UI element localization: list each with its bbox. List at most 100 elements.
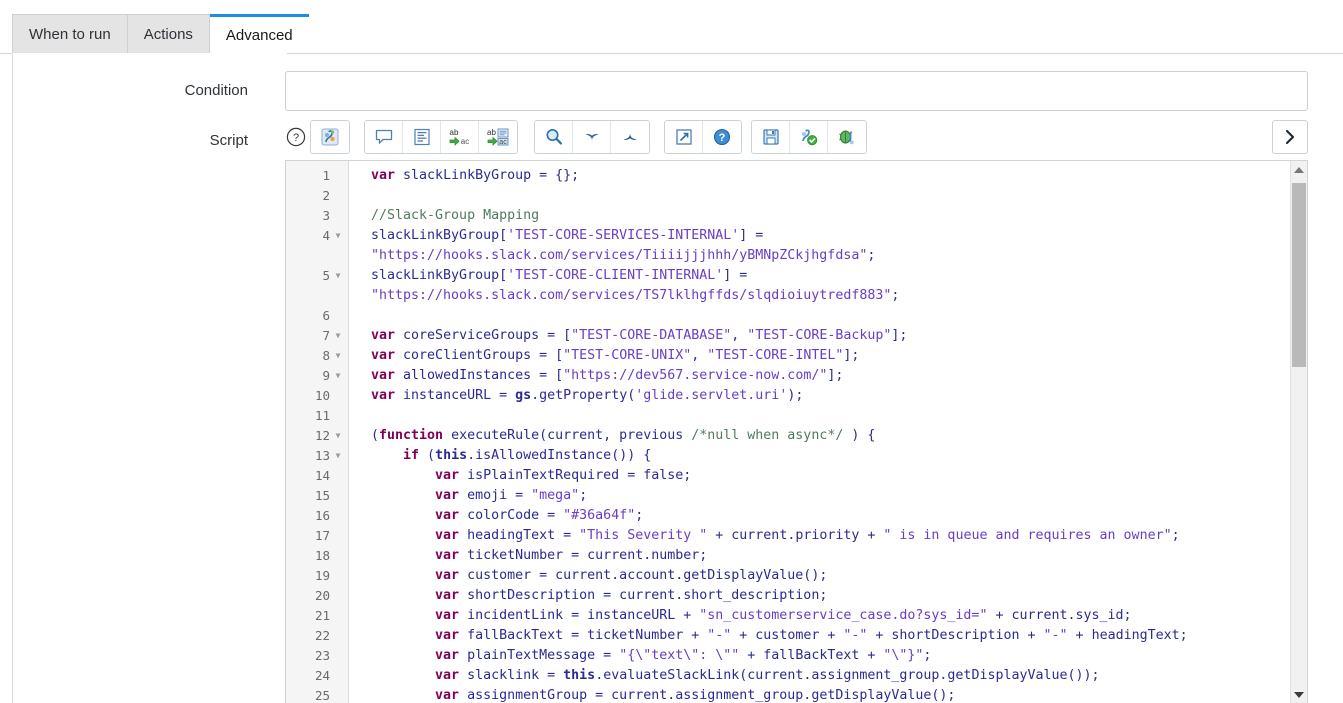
line-number: 13 ▼ xyxy=(286,446,348,466)
line-number: 15 xyxy=(314,488,330,503)
code-line: var fallBackText = ticketNumber + "-" + … xyxy=(435,628,1188,643)
line-number: 3 xyxy=(322,208,330,223)
chevron-up-icon[interactable] xyxy=(611,121,649,153)
code-line: var instanceURL = gs.getProperty('glide.… xyxy=(371,388,804,403)
code-line: var slacklink = this.evaluateSlackLink(c… xyxy=(435,668,1100,683)
syntax-editor-icon[interactable] xyxy=(311,121,349,153)
code-line: var colorCode = "#36a64f"; xyxy=(435,508,644,523)
tab-list: When to run Actions Advanced xyxy=(12,14,309,54)
line-number: 20 xyxy=(314,588,330,603)
toolbar-group-actions xyxy=(751,120,867,154)
tab-when-to-run[interactable]: When to run xyxy=(12,14,128,54)
search-icon[interactable] xyxy=(535,121,573,153)
code-line: var coreClientGroups = ["TEST-CORE-UNIX"… xyxy=(371,348,860,363)
fold-triangle-icon[interactable]: ▼ xyxy=(332,346,344,366)
line-number: 10 xyxy=(314,388,330,403)
chevron-right-icon xyxy=(1285,129,1295,145)
code-line: var incidentLink = instanceURL + "sn_cus… xyxy=(435,608,1132,623)
tab-strip: When to run Actions Advanced xyxy=(0,0,1343,55)
question-circle-icon[interactable]: ? xyxy=(285,126,307,148)
fold-triangle-icon[interactable]: ▼ xyxy=(332,366,344,386)
tab-actions[interactable]: Actions xyxy=(127,14,210,54)
line-number: 6 xyxy=(322,308,330,323)
toolbar-group-window: ? xyxy=(664,120,742,154)
toolbar-group-edit: ab ac ab ac xyxy=(364,120,518,154)
line-number: 25 xyxy=(314,688,330,703)
replace-icon[interactable]: ab ac xyxy=(441,121,479,153)
line-number: 5 ▼ xyxy=(286,266,348,286)
code-line: var assignmentGroup = current.assignment… xyxy=(435,688,956,703)
line-number: 7 ▼ xyxy=(286,326,348,346)
line-number: 11 xyxy=(314,408,330,423)
line-number: 19 xyxy=(314,568,330,583)
svg-text:ac: ac xyxy=(499,139,507,146)
code-line: (function executeRule(current, previous … xyxy=(371,428,876,443)
line-number: 21 xyxy=(314,608,330,623)
fold-triangle-icon[interactable]: ▼ xyxy=(332,226,344,246)
code-line: var ticketNumber = current.number; xyxy=(435,548,708,563)
svg-text:ab: ab xyxy=(449,128,458,137)
fold-triangle-icon[interactable]: ▼ xyxy=(332,266,344,286)
code-line: "https://hooks.slack.com/services/Tiiiij… xyxy=(371,248,876,263)
code-line: var shortDescription = current.short_des… xyxy=(435,588,828,603)
script-toolbar: ? ab ac ab ac ? xyxy=(285,120,1308,154)
script-label: Script xyxy=(209,132,248,149)
line-number: 14 xyxy=(314,468,330,483)
svg-text:?: ? xyxy=(719,132,726,144)
code-line: var coreServiceGroups = ["TEST-CORE-DATA… xyxy=(371,328,908,343)
line-number: 12 ▼ xyxy=(286,426,348,446)
fold-triangle-icon[interactable]: ▼ xyxy=(332,326,344,346)
debug-icon[interactable] xyxy=(828,121,866,153)
scroll-up-arrow[interactable] xyxy=(1291,161,1307,178)
svg-text:ab: ab xyxy=(487,128,496,137)
line-number: 24 xyxy=(314,668,330,683)
code-line: var plainTextMessage = "{\"text\": \"" +… xyxy=(435,648,932,663)
line-number-gutter: 1 2 3 4 ▼ 5 ▼ 6 7 ▼ 8 ▼ 9 ▼ 10 11 12 ▼ 13 ▼ 14 15 16 17 18 19 20 21… xyxy=(286,161,349,703)
code-content[interactable]: var slackLinkByGroup = {}; //Slack-Group … xyxy=(349,161,1307,703)
expand-editor-button[interactable] xyxy=(1272,120,1308,154)
line-number: 16 xyxy=(314,508,330,523)
condition-label: Condition xyxy=(184,82,248,99)
toolbar-group-find xyxy=(534,120,650,154)
line-number: 22 xyxy=(314,628,330,643)
script-advanced-panel: When to run Actions Advanced Condition Scr… xyxy=(0,0,1343,703)
line-number: 4 ▼ xyxy=(286,226,348,246)
code-line: slackLinkByGroup['TEST-CORE-SERVICES-INT… xyxy=(371,228,764,243)
code-line: var allowedInstances = ["https://dev567.… xyxy=(371,368,844,383)
scroll-down-arrow[interactable] xyxy=(1291,686,1307,703)
tab-strip-divider-gap xyxy=(12,53,287,55)
line-number: 2 xyxy=(322,188,330,203)
syntax-check-icon[interactable] xyxy=(790,121,828,153)
code-line: var customer = current.account.getDispla… xyxy=(435,568,828,583)
script-code-editor[interactable]: 1 2 3 4 ▼ 5 ▼ 6 7 ▼ 8 ▼ 9 ▼ 10 11 12 ▼ 13 ▼ 14 15 16 17 18 19 20 21… xyxy=(285,160,1308,703)
line-number: 18 xyxy=(314,548,330,563)
editor-vertical-scrollbar[interactable] xyxy=(1290,161,1307,703)
line-number: 9 ▼ xyxy=(286,366,348,386)
code-line: var isPlainTextRequired = false; xyxy=(435,468,692,483)
replace-all-icon[interactable]: ab ac xyxy=(479,121,517,153)
code-line: var emoji = "mega"; xyxy=(435,488,588,503)
line-number: 1 xyxy=(322,168,330,183)
code-line: if (this.isAllowedInstance()) { xyxy=(403,448,652,463)
save-icon[interactable] xyxy=(752,121,790,153)
popout-icon[interactable] xyxy=(665,121,703,153)
tab-advanced[interactable]: Advanced xyxy=(209,14,309,54)
svg-text:?: ? xyxy=(293,132,299,144)
fold-triangle-icon[interactable]: ▼ xyxy=(332,446,344,466)
help-circle-icon[interactable]: ? xyxy=(703,121,741,153)
chevron-down-icon[interactable] xyxy=(573,121,611,153)
line-number: 17 xyxy=(314,528,330,543)
scrollbar-thumb[interactable] xyxy=(1292,183,1306,367)
code-line: var headingText = "This Severity " + cur… xyxy=(435,528,1180,543)
format-code-icon[interactable] xyxy=(403,121,441,153)
line-number xyxy=(286,286,348,306)
fold-triangle-icon[interactable]: ▼ xyxy=(332,426,344,446)
toolbar-group-editor xyxy=(310,120,350,154)
condition-input[interactable] xyxy=(285,71,1308,111)
code-line: slackLinkByGroup['TEST-CORE-CLIENT-INTER… xyxy=(371,268,748,283)
comment-icon[interactable] xyxy=(365,121,403,153)
line-number: 8 ▼ xyxy=(286,346,348,366)
